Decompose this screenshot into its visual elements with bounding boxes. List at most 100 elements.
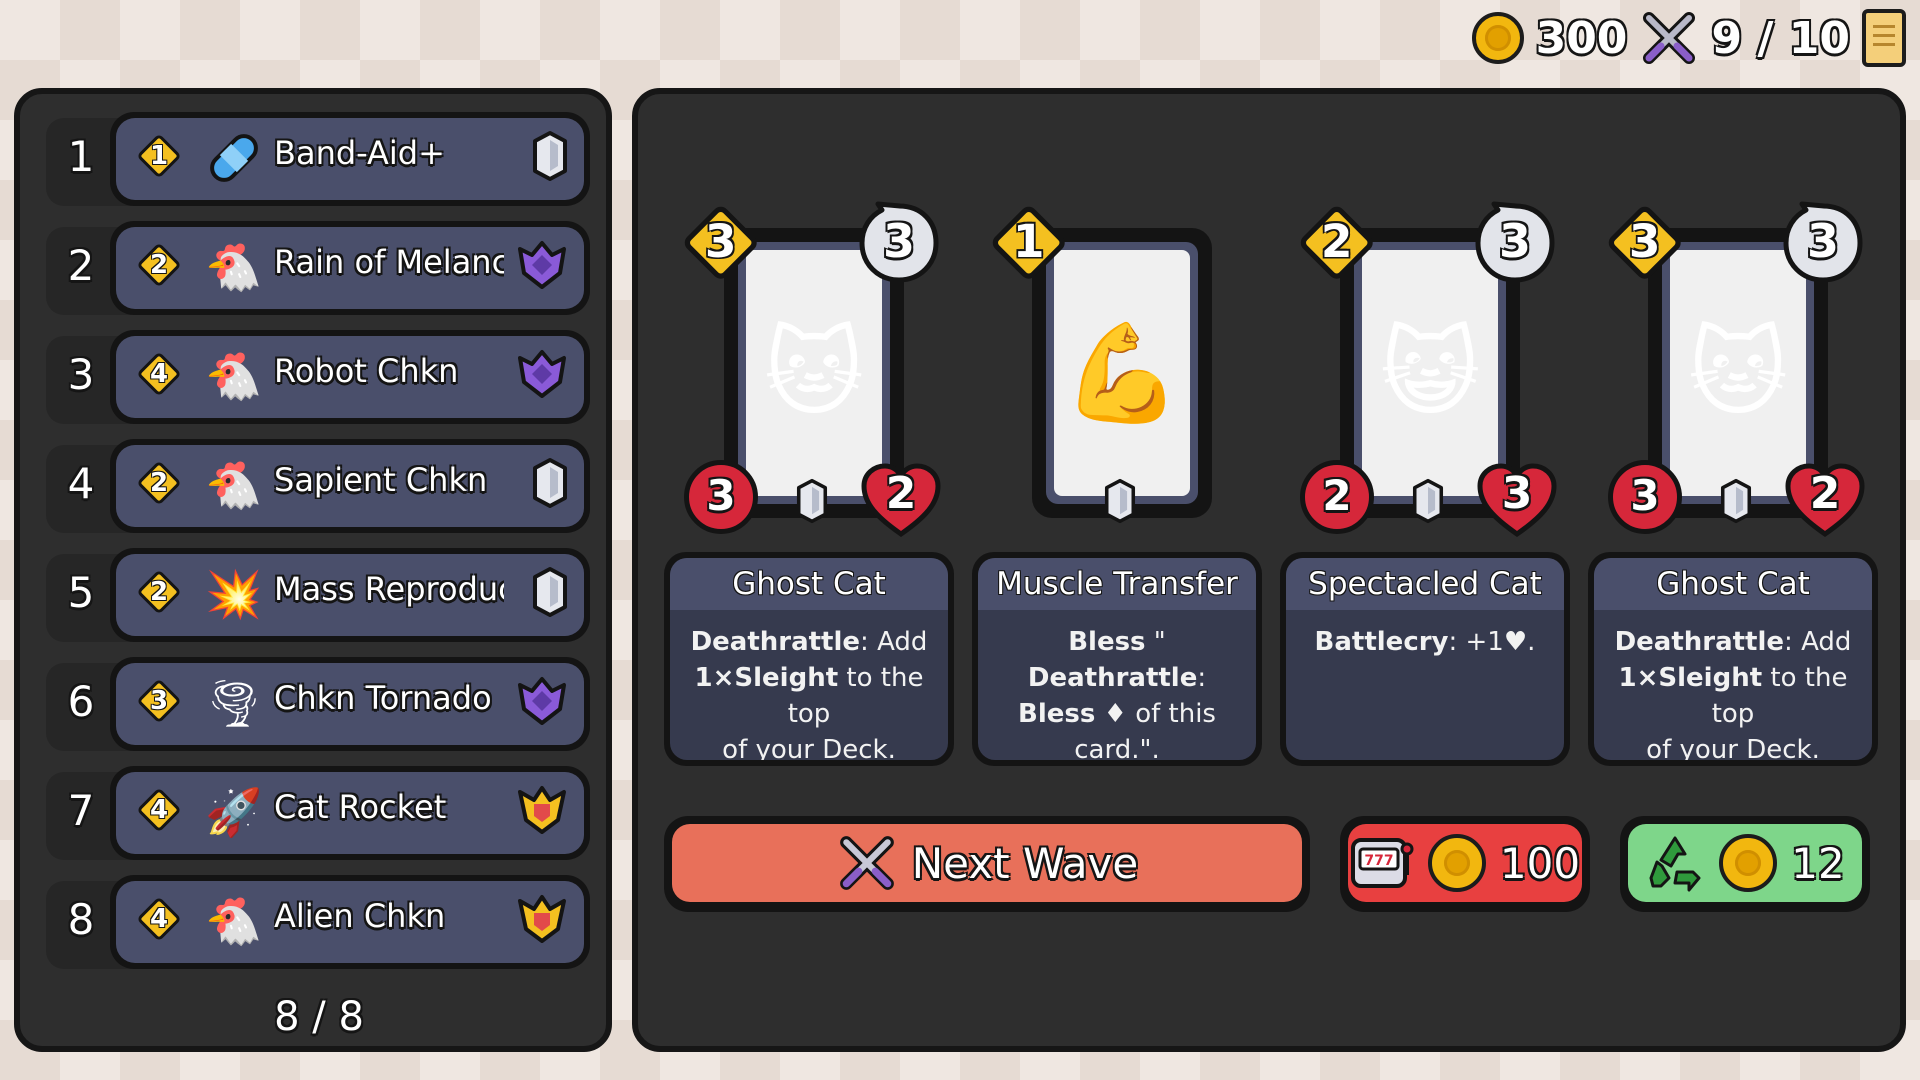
flexed-bicep-icon: 💪 [1054, 250, 1190, 496]
chef-chicken-icon: 🐔 [205, 239, 263, 294]
health-value: 2 [885, 468, 917, 519]
spell-list-item[interactable]: 2 2 🐔 Rain of Melancholy [46, 221, 596, 315]
gold-amount: 300 [1535, 12, 1628, 64]
keyword: Bless [1068, 627, 1146, 657]
keyword: 1×Sleight [694, 663, 839, 693]
card-description-box: Muscle Transfer Bless " Deathrattle: Bless … [972, 552, 1262, 766]
shop-card[interactable]: 💪 1 Muscle Transfer Bless " Deathrattle: Bles… [972, 206, 1272, 766]
desc-text: of your Deck. [1646, 735, 1820, 760]
purple-rank-gem-icon [516, 348, 568, 404]
scroll-icon[interactable] [1862, 9, 1906, 67]
explosion-icon: 💥 [205, 566, 263, 621]
silver-rank-gem-icon [1104, 478, 1136, 528]
health-value: 3 [1501, 468, 1533, 519]
spell-list-item[interactable]: 7 4 🚀 Cat Rocket [46, 766, 596, 860]
alien-chicken-icon: 🐔 [205, 893, 263, 948]
attack-value: 3 [684, 460, 758, 534]
desc-text: : +1♥. [1448, 627, 1536, 657]
spell-pill[interactable]: 4 🐔 Alien Chkn [110, 875, 590, 969]
shop-card[interactable]: 😺 2 3 2 3 Spectacled Cat Battlecry: +1♥. [1280, 201, 1580, 766]
mana-cost-icon: 4 [138, 898, 180, 940]
coin-icon [1427, 834, 1486, 892]
mana-cost-icon: 1 [992, 206, 1066, 280]
silver-rank-gem-icon [1412, 478, 1444, 528]
card-description-box: Ghost Cat Deathrattle: Add 1×Sleight to th… [1588, 552, 1878, 766]
spell-name: Rain of Melancholy [274, 243, 504, 281]
spell-list-item[interactable]: 1 1 Band-Aid+ [46, 112, 596, 206]
attack-value: 3 [1608, 460, 1682, 534]
desc-text: : [1197, 663, 1207, 693]
recycle-button[interactable]: 12 [1620, 816, 1870, 912]
mana-cost-icon: 2 [1300, 206, 1374, 280]
spell-pill[interactable]: 4 🐔 Robot Chkn [110, 330, 590, 424]
coin-icon [1719, 834, 1778, 892]
row-index: 8 [67, 895, 95, 944]
shop-card[interactable]: 🐱 3 3 3 2 Ghost Cat Deathrattle: Add 1×Sleight … [664, 201, 964, 766]
keyword: Deathrattle [1614, 627, 1785, 657]
row-index: 3 [67, 350, 95, 399]
spell-name: Sapient Chkn [274, 461, 488, 499]
mana-cost-icon: 3 [138, 680, 180, 722]
keyword: Deathrattle [690, 627, 861, 657]
spell-list-item[interactable]: 6 3 🌪 Chkn Tornado [46, 657, 596, 751]
spell-pill[interactable]: 1 Band-Aid+ [110, 112, 590, 206]
robot-chicken-icon: 🐔 [205, 348, 263, 403]
desc-text: : Add [1784, 627, 1852, 657]
spell-list-item[interactable]: 4 2 🐔 Sapient Chkn [46, 439, 596, 533]
mana-cost-icon: 3 [1608, 206, 1682, 280]
spell-list-panel: 1 1 Band-Aid+ 2 2 🐔 Rain of Melancholy 3 4 🐔 Robot… [14, 88, 612, 1052]
keyword: Battlecry [1314, 627, 1449, 657]
row-index: 5 [67, 568, 95, 617]
card-name: Spectacled Cat [1286, 558, 1564, 610]
keyword: Deathrattle [1027, 663, 1198, 693]
spell-pill[interactable]: 3 🌪 Chkn Tornado [110, 657, 590, 751]
card-description: Bless " Deathrattle: Bless ♦ of this card."… [978, 610, 1256, 760]
row-index: 2 [67, 241, 95, 290]
row-index: 6 [67, 677, 95, 726]
spell-pill[interactable]: 2 🐔 Sapient Chkn [110, 439, 590, 533]
mana-cost-icon: 2 [138, 571, 180, 613]
shop-card[interactable]: 🐱 3 3 3 2 Ghost Cat Deathrattle: Add 1×Sleight … [1588, 201, 1888, 766]
card-description: Deathrattle: Add 1×Sleight to the top of y… [670, 610, 948, 760]
spell-list-item[interactable]: 5 2 💥 Mass Reproduction [46, 548, 596, 642]
mana-cost-icon: 2 [138, 244, 180, 286]
card-description: Deathrattle: Add 1×Sleight to the top of y… [1594, 610, 1872, 760]
crossed-swords-icon [1643, 12, 1696, 64]
next-wave-button[interactable]: Next Wave [664, 816, 1310, 912]
tornado-icon: 🌪 [204, 675, 264, 730]
spell-list-item[interactable]: 8 4 🐔 Alien Chkn [46, 875, 596, 969]
cooldown-value: 3 [1498, 214, 1531, 268]
spell-pill[interactable]: 2 🐔 Rain of Melancholy [110, 221, 590, 315]
cooldown-value: 3 [1806, 214, 1839, 268]
row-index: 7 [67, 786, 95, 835]
spell-pill[interactable]: 2 💥 Mass Reproduction [110, 548, 590, 642]
silver-rank-gem-icon [532, 130, 568, 186]
silver-rank-gem-icon [1720, 478, 1752, 528]
spell-name: Band-Aid+ [274, 134, 445, 172]
gold-rank-gem-icon [516, 784, 568, 840]
coin-icon [1471, 12, 1524, 64]
desc-text: " [1145, 627, 1166, 657]
row-index: 4 [67, 459, 95, 508]
mana-cost-icon: 3 [684, 206, 758, 280]
recycle-icon [1649, 836, 1701, 892]
silver-rank-gem-icon [532, 566, 568, 622]
purple-rank-gem-icon [516, 675, 568, 731]
purple-rank-gem-icon [516, 239, 568, 295]
spell-list-item[interactable]: 3 4 🐔 Robot Chkn [46, 330, 596, 424]
spell-list-counter: 8 / 8 [274, 994, 364, 1040]
recycle-value: 12 [1791, 838, 1845, 888]
health-value: 2 [1809, 468, 1841, 519]
desc-text: card.". [1074, 735, 1160, 760]
desc-text: ♦ of this [1095, 699, 1216, 729]
spell-pill[interactable]: 4 🚀 Cat Rocket [110, 766, 590, 860]
chicken-icon: 🐔 [205, 457, 263, 512]
reroll-button[interactable]: 777 100 [1340, 816, 1590, 912]
desc-text: : Add [860, 627, 928, 657]
crossed-swords-icon [839, 836, 894, 890]
card-name: Muscle Transfer [978, 558, 1256, 610]
shop-panel: 🐱 3 3 3 2 Ghost Cat Deathrattle: Add 1×Sleight … [632, 88, 1906, 1052]
cat-rocket-icon: 🚀 [205, 784, 263, 839]
silver-rank-gem-icon [796, 478, 828, 528]
spell-name: Alien Chkn [274, 897, 446, 935]
